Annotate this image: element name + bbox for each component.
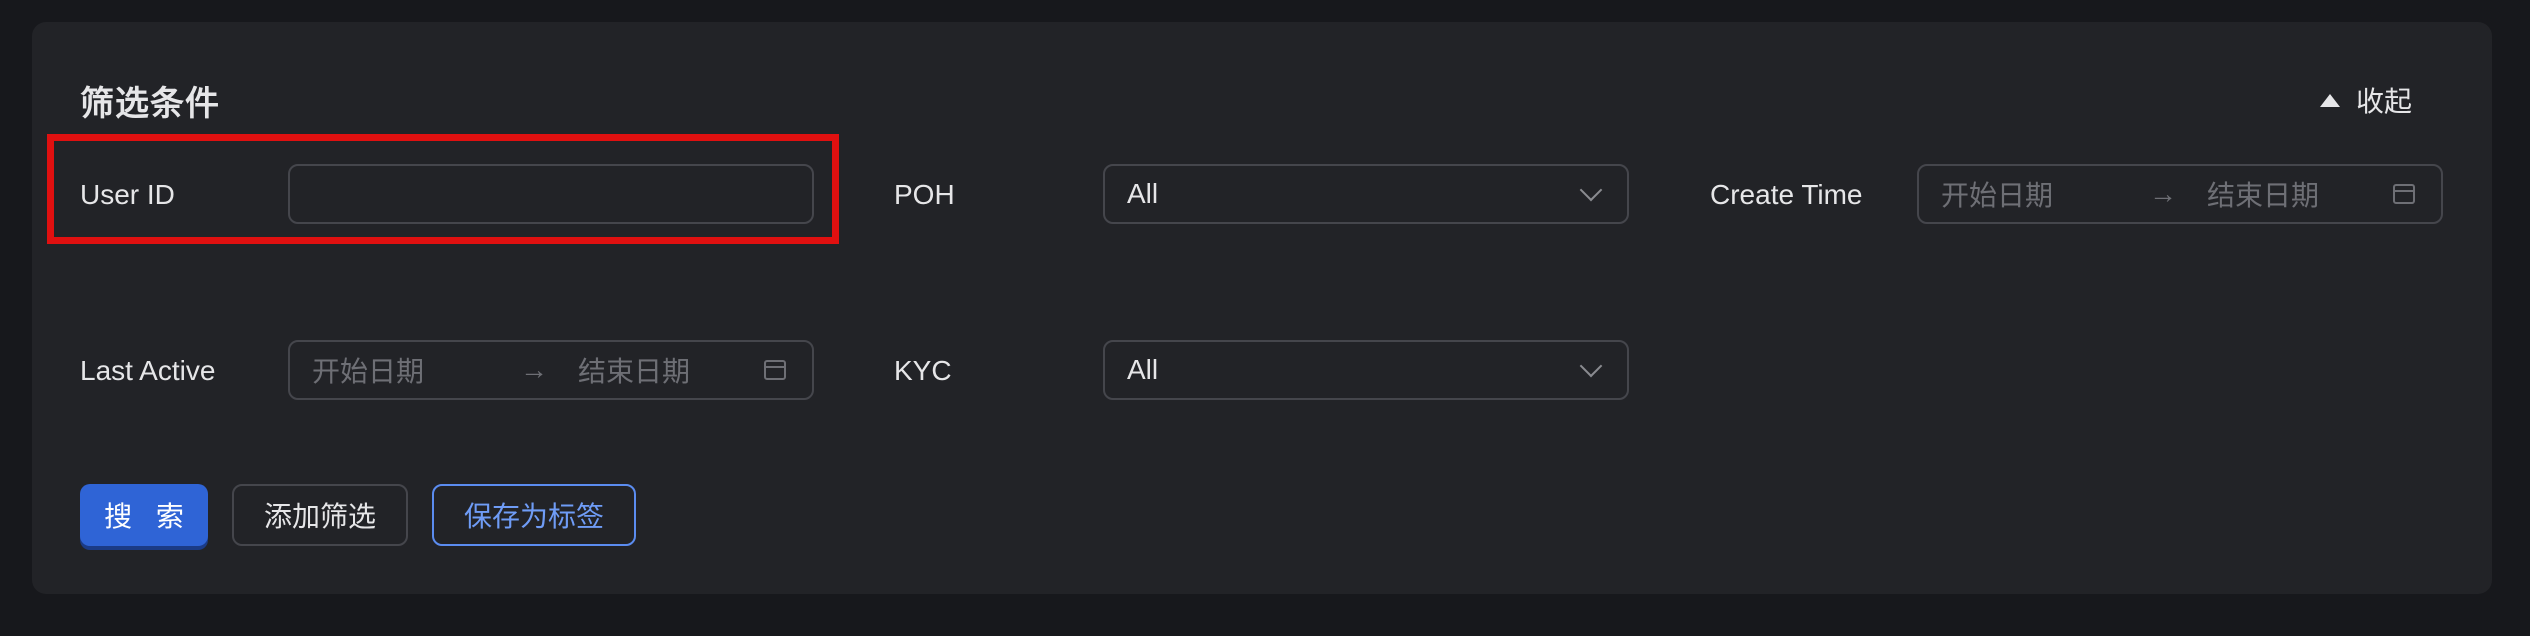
add-filter-button[interactable]: 添加筛选 — [232, 484, 408, 546]
chevron-down-icon — [1579, 178, 1603, 202]
user-id-label: User ID — [80, 179, 175, 210]
panel-title: 筛选条件 — [80, 85, 220, 123]
create-time-end[interactable]: 结束日期 — [2207, 174, 2393, 214]
poh-select[interactable]: All — [1103, 164, 1629, 224]
chevron-down-icon — [1579, 354, 1603, 378]
collapse-toggle[interactable]: 收起 — [2319, 80, 2412, 120]
range-arrow-icon: → — [520, 354, 549, 385]
last-active-label: Last Active — [80, 355, 216, 386]
range-arrow-icon: → — [2149, 178, 2178, 209]
save-as-tag-button[interactable]: 保存为标签 — [432, 484, 636, 546]
poh-selected-value: All — [1127, 178, 1159, 209]
search-button[interactable]: 搜 索 — [80, 484, 208, 546]
last-active-start[interactable]: 开始日期 — [312, 350, 424, 390]
calendar-icon — [764, 360, 786, 380]
calendar-icon — [2393, 184, 2415, 204]
create-time-label: Create Time — [1710, 179, 1863, 210]
caret-up-icon — [2319, 93, 2340, 107]
poh-label: POH — [894, 179, 955, 210]
last-active-range-picker[interactable]: 开始日期 → 结束日期 — [288, 340, 814, 400]
kyc-selected-value: All — [1127, 354, 1159, 385]
collapse-label: 收起 — [2355, 86, 2412, 117]
user-id-input[interactable] — [290, 166, 812, 222]
kyc-select[interactable]: All — [1103, 340, 1629, 400]
create-time-start[interactable]: 开始日期 — [1941, 174, 2053, 214]
last-active-end[interactable]: 结束日期 — [578, 350, 764, 390]
user-id-field[interactable] — [288, 164, 814, 224]
kyc-label: KYC — [894, 355, 952, 386]
create-time-range-picker[interactable]: 开始日期 → 结束日期 — [1917, 164, 2443, 224]
